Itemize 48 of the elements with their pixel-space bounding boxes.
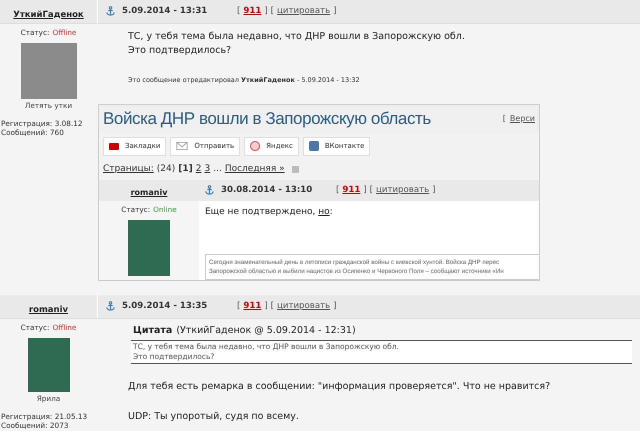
bracket-text: ] xyxy=(333,5,337,18)
rating-link[interactable]: 911 xyxy=(243,300,262,313)
quote-link[interactable]: цитировать xyxy=(376,184,430,197)
bracket-text: ] xyxy=(432,184,436,197)
bracket-text: ] xyxy=(363,184,367,197)
quote-label: Цитата xyxy=(133,324,172,338)
last-page-link[interactable]: Последняя » xyxy=(224,163,285,176)
rating-link[interactable]: 911 xyxy=(243,5,262,18)
quote-source: (УткийГаденок @ 5.09.2014 - 12:31) xyxy=(176,324,356,338)
page-link[interactable]: [1] xyxy=(178,163,193,176)
text-link[interactable]: но xyxy=(318,206,330,217)
bracket-text: [ xyxy=(370,184,374,197)
bracket-text: ] xyxy=(264,300,268,313)
bracket-text: [ xyxy=(336,184,340,197)
author-name[interactable]: romaniv xyxy=(130,188,168,198)
page-link[interactable]: 3 xyxy=(204,163,210,176)
avatar-image xyxy=(28,338,70,392)
post-date: 30.08.2014 - 13:10 xyxy=(221,184,314,197)
avatar-image xyxy=(128,220,170,276)
bracket-text: [ xyxy=(502,112,506,125)
bracket-text: [ xyxy=(270,300,274,313)
bracket-text: ] xyxy=(264,5,268,18)
bracket-text: ] xyxy=(333,300,337,313)
anchor-icon xyxy=(205,185,214,196)
author-name[interactable]: romaniv xyxy=(28,304,68,314)
envelope-icon xyxy=(176,142,188,150)
anchor-icon xyxy=(106,301,115,312)
quote-link[interactable]: цитировать xyxy=(277,5,330,18)
post-text: UDP: Ты упоротый, судя по всему. xyxy=(128,410,300,424)
version-link[interactable]: Верси xyxy=(510,112,535,125)
bracket-text: [ xyxy=(270,5,274,18)
page-count: (24) xyxy=(156,163,176,176)
quote-link[interactable]: цитировать xyxy=(277,300,330,313)
bracket-text: [ xyxy=(237,5,240,18)
author-name[interactable]: УткийГаденок xyxy=(13,10,84,20)
post-text: Еще не подтверждено, но: xyxy=(205,206,334,219)
pages-link[interactable]: Страницы: xyxy=(103,163,154,176)
bracket-text: [ xyxy=(237,300,240,313)
anchor-icon xyxy=(106,6,115,16)
post-text: ТС, у тебя тема была недавно, что ДНР вошли в Запорожскую обл. Это подтвердилось? xyxy=(128,30,466,58)
avatar-image xyxy=(20,43,76,99)
page-link[interactable]: 2 xyxy=(196,163,202,176)
rating-link[interactable]: 911 xyxy=(342,184,360,197)
ellipsis-text: ... xyxy=(213,163,222,176)
post-date: 5.09.2014 - 13:31 xyxy=(122,5,208,18)
article-title: Войска ДНР вошли в Запорожскую область xyxy=(103,108,431,130)
post-text: Для тебя есть ремарка в сообщении: "информация проверяется". Что не нравится? xyxy=(128,380,552,394)
post-date: 5.09.2014 - 13:35 xyxy=(122,300,208,313)
